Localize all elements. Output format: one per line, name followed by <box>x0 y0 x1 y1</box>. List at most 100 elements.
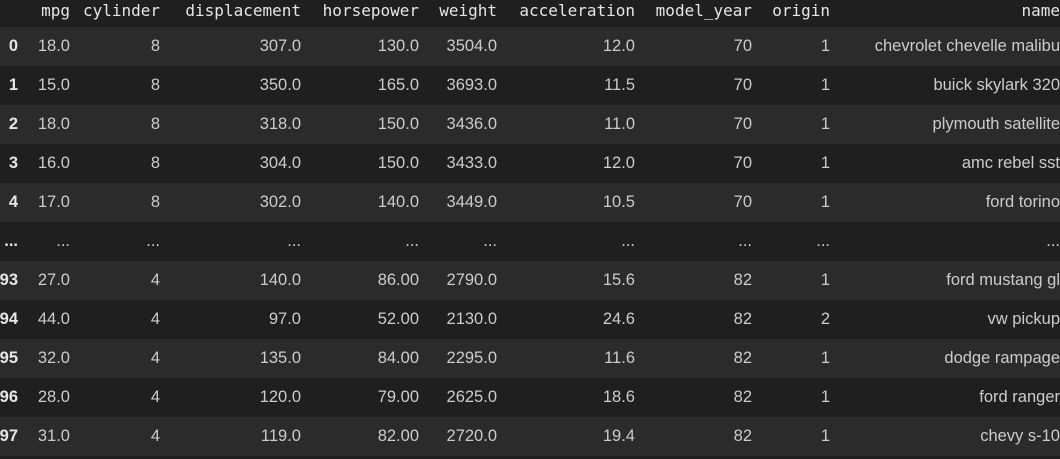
dataframe-table: mpg cylinder displacement horsepower wei… <box>0 0 1060 456</box>
column-header-name: name <box>1021 1 1060 20</box>
row-index: ... <box>4 232 18 250</box>
cell-name: ... <box>1046 232 1060 250</box>
cell-cylinder: 4 <box>150 349 160 367</box>
column-header-weight: weight <box>439 1 497 20</box>
cell-acceleration: 10.5 <box>602 193 635 211</box>
cell-name: ford ranger <box>979 388 1060 406</box>
cell-weight: ... <box>483 232 497 250</box>
cell-model-year: 82 <box>733 388 752 406</box>
cell-acceleration: 11.5 <box>604 76 635 94</box>
cell-model-year: 82 <box>733 349 752 367</box>
cell-displacement: 135.0 <box>259 349 301 367</box>
cell-mpg: 32.0 <box>37 349 70 367</box>
column-header-mpg: mpg <box>41 1 70 20</box>
cell-horsepower: 84.00 <box>377 349 419 367</box>
cell-mpg: 44.0 <box>37 310 70 328</box>
cell-displacement: 97.0 <box>268 310 301 328</box>
cell-horsepower: 165.0 <box>377 76 419 94</box>
cell-displacement: 120.0 <box>259 388 301 406</box>
cell-horsepower: 52.00 <box>377 310 419 328</box>
cell-displacement: 304.0 <box>259 154 301 172</box>
cell-model-year: 70 <box>733 76 752 94</box>
cell-weight: 2295.0 <box>446 349 497 367</box>
cell-displacement: ... <box>287 232 301 250</box>
cell-model-year: 82 <box>733 271 752 289</box>
table-row: 397 31.0 4 119.0 82.00 2720.0 19.4 82 1 chevy s-1… <box>0 417 1060 456</box>
cell-origin: 1 <box>820 427 830 445</box>
row-index: 2 <box>8 115 18 133</box>
cell-model-year: 82 <box>733 310 752 328</box>
row-index: 4 <box>8 193 18 211</box>
cell-acceleration: 12.0 <box>602 37 635 55</box>
table-body: 0 18.0 8 307.0 130.0 3504.0 12.0 70 1 chevrolet c… <box>0 27 1060 456</box>
table-row: 394 44.0 4 97.0 52.00 2130.0 24.6 82 2 vw pickup <box>0 300 1060 339</box>
cell-cylinder: 4 <box>150 310 160 328</box>
cell-name: chevrolet chevelle malibu <box>874 37 1060 55</box>
cell-mpg: 15.0 <box>37 76 70 94</box>
cell-acceleration: 18.6 <box>602 388 635 406</box>
cell-mpg: 17.0 <box>37 193 70 211</box>
cell-cylinder: ... <box>146 232 160 250</box>
cell-name: plymouth satellite <box>932 115 1060 133</box>
row-index: 395 <box>0 349 18 367</box>
cell-name: vw pickup <box>987 310 1060 328</box>
cell-weight: 3436.0 <box>446 115 497 133</box>
cell-acceleration: ... <box>621 232 635 250</box>
table-row: 1 15.0 8 350.0 165.0 3693.0 11.5 70 1 buick skyla… <box>0 66 1060 105</box>
cell-horsepower: 140.0 <box>377 193 419 211</box>
cell-mpg: 28.0 <box>37 388 70 406</box>
cell-weight: 2790.0 <box>446 271 497 289</box>
cell-origin: 1 <box>820 76 830 94</box>
row-index: 393 <box>0 271 18 289</box>
cell-origin: 2 <box>820 310 830 328</box>
column-header-origin: origin <box>772 1 830 20</box>
column-header-horsepower: horsepower <box>322 1 419 20</box>
cell-origin: 1 <box>820 349 830 367</box>
cell-acceleration: 19.4 <box>602 427 635 445</box>
ellipsis-row: .............................. <box>0 222 1060 261</box>
cell-name: amc rebel sst <box>961 154 1060 172</box>
cell-cylinder: 8 <box>150 154 160 172</box>
row-index: 0 <box>8 37 18 55</box>
cell-acceleration: 12.0 <box>602 154 635 172</box>
cell-cylinder: 4 <box>150 427 160 445</box>
cell-horsepower: 79.00 <box>377 388 419 406</box>
cell-origin: 1 <box>820 193 830 211</box>
cell-displacement: 318.0 <box>259 115 301 133</box>
cell-name: buick skylark 320 <box>933 76 1060 94</box>
cell-cylinder: 8 <box>150 193 160 211</box>
cell-mpg: ... <box>56 232 70 250</box>
cell-cylinder: 4 <box>150 388 160 406</box>
cell-weight: 3693.0 <box>446 76 497 94</box>
cell-origin: 1 <box>820 388 830 406</box>
cell-cylinder: 8 <box>150 37 160 55</box>
cell-cylinder: 8 <box>150 76 160 94</box>
cell-horsepower: 150.0 <box>377 154 419 172</box>
table-row: 3 16.0 8 304.0 150.0 3433.0 12.0 70 1 amc rebel s… <box>0 144 1060 183</box>
cell-origin: 1 <box>820 271 830 289</box>
table-row: 0 18.0 8 307.0 130.0 3504.0 12.0 70 1 chevrolet c… <box>0 27 1060 66</box>
table-row: 4 17.0 8 302.0 140.0 3449.0 10.5 70 1 ford torino <box>0 183 1060 222</box>
row-index: 394 <box>0 310 18 328</box>
table-row: 393 27.0 4 140.0 86.00 2790.0 15.6 82 1 ford must… <box>0 261 1060 300</box>
cell-weight: 2625.0 <box>446 388 497 406</box>
cell-displacement: 140.0 <box>259 271 301 289</box>
cell-acceleration: 15.6 <box>602 271 635 289</box>
cell-model-year: 70 <box>733 154 752 172</box>
cell-weight: 3433.0 <box>446 154 497 172</box>
cell-acceleration: 11.6 <box>604 349 635 367</box>
table-row: 2 18.0 8 318.0 150.0 3436.0 11.0 70 1 plymouth sa… <box>0 105 1060 144</box>
cell-weight: 3449.0 <box>446 193 497 211</box>
cell-name: ford torino <box>985 193 1060 211</box>
cell-model-year: 70 <box>733 37 752 55</box>
cell-origin: 1 <box>820 115 830 133</box>
cell-mpg: 18.0 <box>37 115 70 133</box>
row-index: 1 <box>8 76 18 94</box>
table-header: mpg cylinder displacement horsepower wei… <box>0 0 1060 27</box>
cell-weight: 2130.0 <box>446 310 497 328</box>
cell-acceleration: 11.0 <box>604 115 635 133</box>
cell-displacement: 119.0 <box>260 427 301 445</box>
cell-weight: 2720.0 <box>446 427 497 445</box>
table-row: 395 32.0 4 135.0 84.00 2295.0 11.6 82 1 dodge ram… <box>0 339 1060 378</box>
cell-cylinder: 8 <box>150 115 160 133</box>
